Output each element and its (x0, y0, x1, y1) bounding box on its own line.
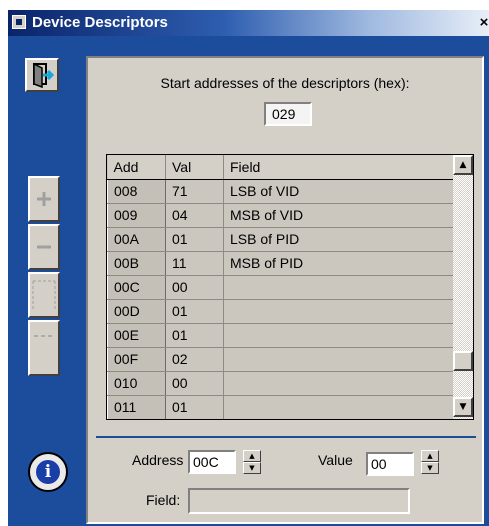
row-address-cell[interactable]: 00A (107, 226, 166, 252)
row-address-cell[interactable]: 00B (107, 250, 166, 276)
field-label: Field: (146, 492, 181, 508)
add-icon (30, 178, 58, 220)
value-spin-up-icon[interactable]: ▲ (421, 450, 439, 462)
address-spinner[interactable]: ▲ ▼ (243, 450, 261, 474)
insert-row-icon (30, 274, 58, 316)
table-row[interactable]: 008 71 LSB of VID (107, 178, 455, 204)
app-icon (12, 15, 26, 29)
row-field-cell[interactable] (223, 395, 455, 419)
row-field-cell[interactable] (223, 371, 455, 396)
field-input[interactable] (188, 488, 410, 514)
row-field-cell[interactable]: LSB of PID (223, 227, 455, 252)
row-value-cell[interactable]: 04 (165, 203, 224, 228)
table-row[interactable]: 00A 01 LSB of PID (107, 226, 455, 252)
descriptor-panel: Start addresses of the descriptors (hex)… (86, 56, 484, 524)
row-field-cell[interactable] (223, 347, 455, 372)
table-row[interactable]: 00F 02 (107, 346, 455, 372)
remove-icon (30, 226, 58, 268)
start-address-label: Start addresses of the descriptors (hex)… (160, 75, 410, 91)
row-address-cell[interactable]: 011 (107, 394, 166, 419)
exit-door-icon (33, 62, 55, 89)
value-spin-down-icon[interactable]: ▼ (421, 462, 439, 474)
row-field-cell[interactable] (223, 275, 455, 300)
row-field-cell[interactable]: LSB of VID (223, 179, 455, 204)
descriptor-table: Add Val Field 008 71 LSB of VID 009 04 MSB of… (107, 155, 455, 419)
add-button[interactable] (28, 176, 60, 222)
delete-row-button[interactable] (28, 320, 60, 376)
table-row[interactable]: 009 04 MSB of VID (107, 202, 455, 228)
device-descriptors-window: Device Descriptors × Start addresses of … (8, 10, 489, 526)
row-value-cell[interactable]: 01 (165, 227, 224, 252)
scroll-up-icon: ▲ (459, 160, 467, 170)
close-icon[interactable]: × (475, 14, 489, 32)
title-bar[interactable]: Device Descriptors × (8, 10, 489, 36)
row-field-cell[interactable]: MSB of VID (223, 203, 455, 228)
table-row[interactable]: 00B 11 MSB of PID (107, 250, 455, 276)
row-address-cell[interactable]: 010 (107, 370, 166, 396)
window-title: Device Descriptors (32, 14, 168, 31)
info-icon: i (36, 460, 60, 484)
scroll-thumb[interactable] (453, 351, 473, 371)
row-value-cell[interactable]: 11 (165, 251, 224, 276)
address-spin-down-icon[interactable]: ▼ (243, 462, 261, 474)
row-field-cell[interactable]: MSB of PID (223, 251, 455, 276)
table-row[interactable]: 00E 01 (107, 322, 455, 348)
address-spin-up-icon[interactable]: ▲ (243, 450, 261, 462)
table-row[interactable]: 00C 00 (107, 274, 455, 300)
row-value-cell[interactable]: 00 (165, 275, 224, 300)
descriptor-grid[interactable]: Add Val Field 008 71 LSB of VID 009 04 MSB of… (106, 154, 474, 420)
delete-row-icon (30, 322, 58, 374)
scroll-up-button[interactable]: ▲ (453, 155, 473, 175)
column-header-add[interactable]: Add (107, 155, 166, 180)
row-value-cell[interactable]: 71 (165, 179, 224, 204)
column-header-val[interactable]: Val (165, 155, 224, 180)
table-row[interactable]: 011 01 (107, 394, 455, 419)
insert-row-button[interactable] (28, 272, 60, 318)
value-label: Value (318, 452, 353, 468)
row-address-cell[interactable]: 008 (107, 178, 166, 204)
table-row[interactable]: 00D 01 (107, 298, 455, 324)
remove-button[interactable] (28, 224, 60, 270)
address-input[interactable]: 00C (188, 450, 236, 474)
row-value-cell[interactable]: 02 (165, 347, 224, 372)
exit-button[interactable] (25, 58, 59, 92)
row-value-cell[interactable]: 01 (165, 395, 224, 419)
table-header-row: Add Val Field (107, 155, 455, 180)
info-button[interactable]: i (28, 452, 68, 492)
value-input[interactable]: 00 (366, 452, 414, 476)
row-value-cell[interactable]: 01 (165, 299, 224, 324)
value-spinner[interactable]: ▲ ▼ (421, 450, 439, 474)
scroll-down-icon: ▼ (459, 402, 467, 412)
row-value-cell[interactable]: 01 (165, 323, 224, 348)
row-address-cell[interactable]: 00C (107, 274, 166, 300)
column-header-field[interactable]: Field (223, 155, 455, 180)
row-address-cell[interactable]: 00E (107, 322, 166, 348)
section-divider (96, 436, 476, 438)
row-value-cell[interactable]: 00 (165, 371, 224, 396)
row-field-cell[interactable] (223, 323, 455, 348)
scroll-down-button[interactable]: ▼ (453, 397, 473, 417)
start-address-field[interactable]: 029 (264, 102, 312, 126)
row-address-cell[interactable]: 009 (107, 202, 166, 228)
row-field-cell[interactable] (223, 299, 455, 324)
vertical-scrollbar[interactable]: ▲ ▼ (453, 155, 473, 419)
address-label: Address (132, 452, 184, 468)
row-address-cell[interactable]: 00D (107, 298, 166, 324)
row-address-cell[interactable]: 00F (107, 346, 166, 372)
table-row[interactable]: 010 00 (107, 370, 455, 396)
